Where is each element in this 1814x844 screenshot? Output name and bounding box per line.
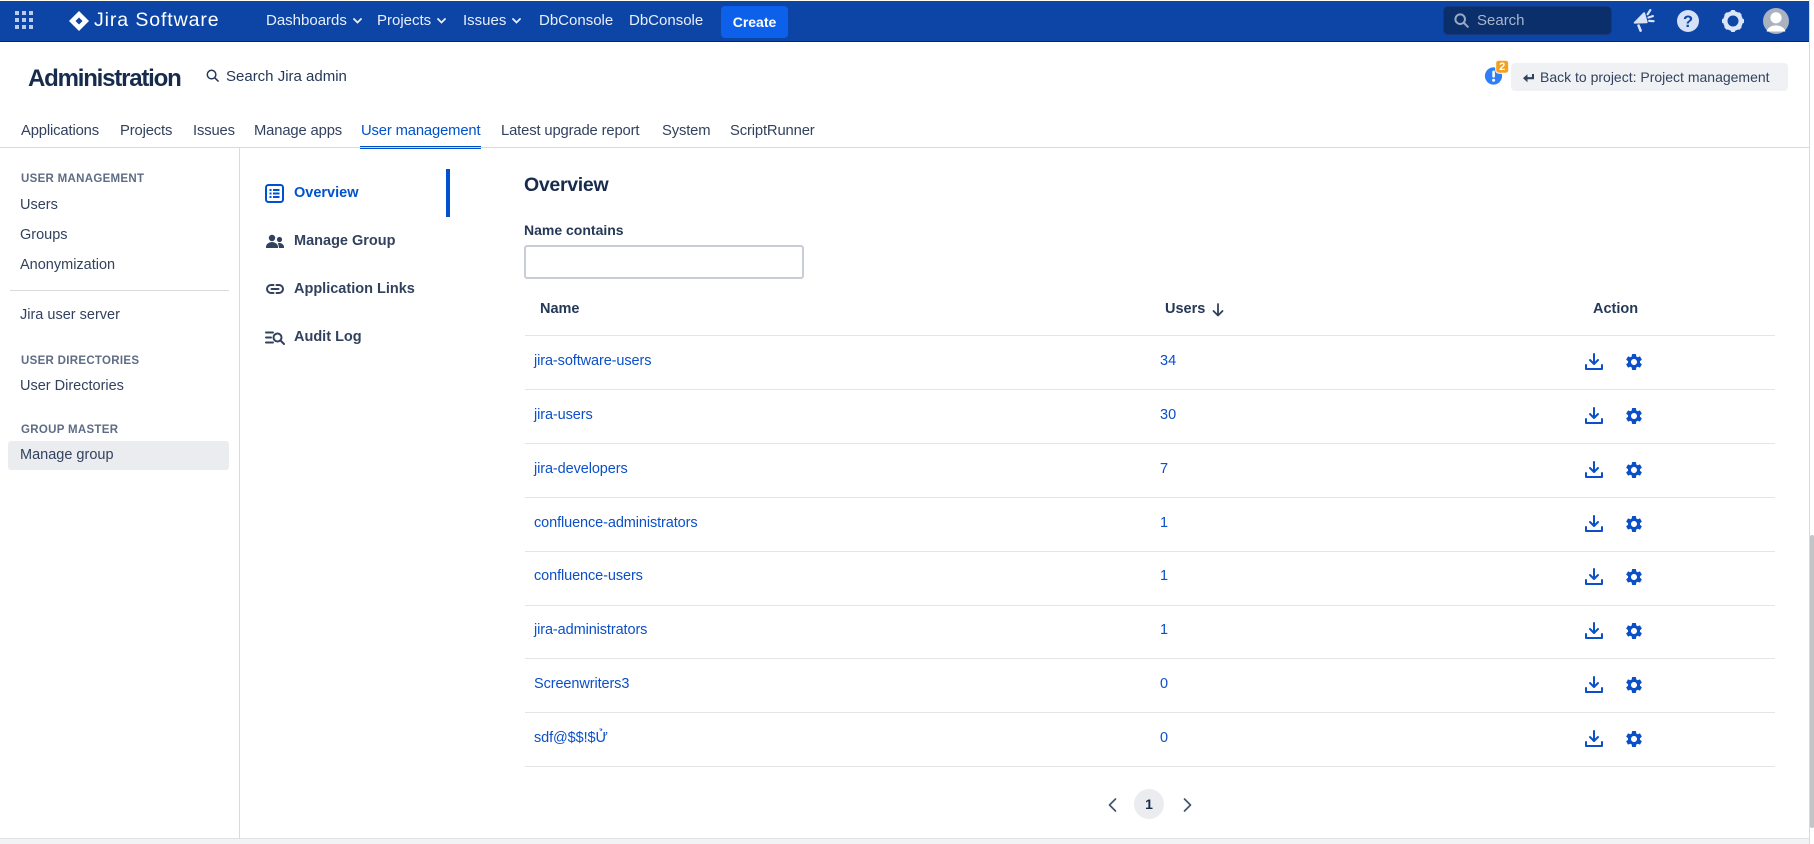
svg-text:2: 2 [1499, 61, 1505, 73]
svg-text:?: ? [1683, 13, 1693, 31]
